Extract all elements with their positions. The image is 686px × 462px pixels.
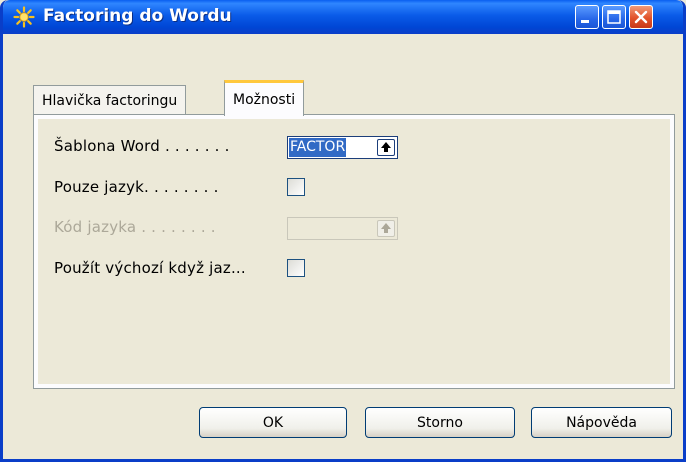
maximize-button[interactable] [602, 5, 626, 29]
close-icon [634, 10, 648, 24]
dialog-window: Factoring do Wordu Hlavička factoringu M… [0, 0, 686, 462]
kod-jazyka-label: Kód jazyka . . . . . . . . [54, 218, 216, 236]
help-button-label: Nápověda [566, 414, 637, 431]
pouzit-vychozi-checkbox[interactable] [287, 259, 305, 277]
window-title: Factoring do Wordu [43, 6, 232, 26]
lookup-button[interactable] [377, 139, 395, 156]
maximize-icon [607, 10, 621, 24]
ok-button-label: OK [262, 414, 284, 431]
lookup-button-disabled [377, 220, 395, 237]
title-bar[interactable]: Factoring do Wordu [3, 0, 683, 34]
arrow-up-icon [381, 142, 391, 152]
pouze-jazyk-checkbox[interactable] [287, 178, 305, 196]
form-area: Šablona Word . . . . . . . FACTOR Pouze … [38, 119, 670, 384]
kod-jazyka-field [287, 217, 398, 240]
tab-label: Možnosti [233, 91, 296, 108]
minimize-button[interactable] [575, 5, 599, 29]
ok-button[interactable]: OK [199, 407, 347, 438]
tab-panel: Šablona Word . . . . . . . FACTOR Pouze … [33, 114, 675, 389]
tab-hlavicka-factoringu[interactable]: Hlavička factoringu [33, 85, 187, 115]
tab-moznosti[interactable]: Možnosti [224, 80, 305, 116]
help-button[interactable]: Nápověda [531, 407, 672, 438]
cancel-button[interactable]: Storno [365, 407, 515, 438]
sablona-word-label: Šablona Word . . . . . . . [54, 137, 230, 155]
cancel-button-label: Storno [417, 414, 463, 431]
close-button[interactable] [629, 5, 653, 29]
sablona-word-field[interactable]: FACTOR [287, 136, 398, 159]
pouze-jazyk-label: Pouze jazyk. . . . . . . . [54, 178, 219, 196]
minimize-icon [581, 20, 589, 23]
arrow-up-icon [381, 223, 391, 233]
sablona-word-value: FACTOR [289, 138, 347, 157]
sun-icon [13, 6, 35, 28]
pouzit-vychozi-label: Použít výchozí když jaz... [54, 259, 246, 277]
tab-label: Hlavička factoringu [42, 92, 178, 109]
